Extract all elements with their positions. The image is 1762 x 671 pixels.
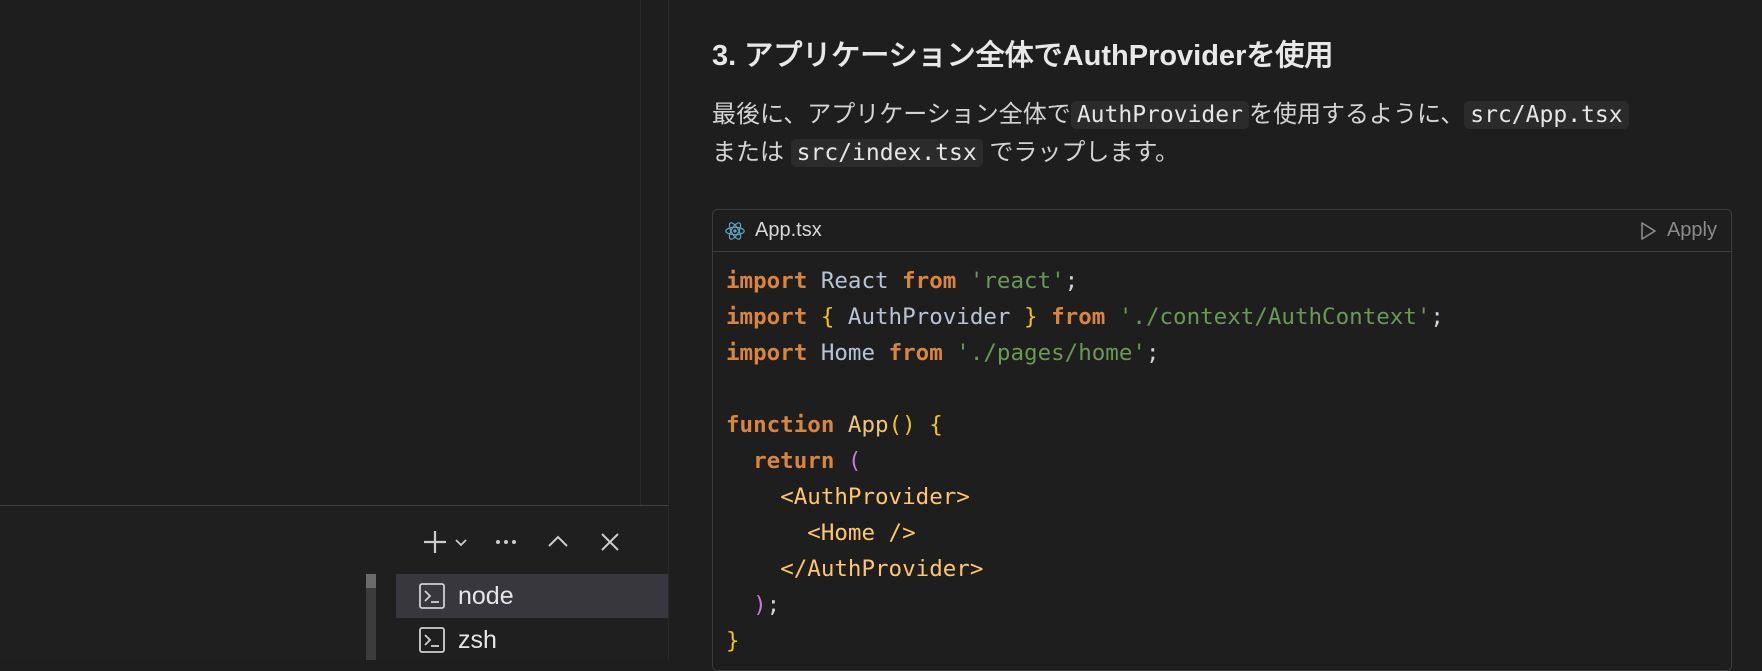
terminal-item-zsh[interactable]: zsh (396, 618, 668, 662)
close-icon (601, 533, 619, 551)
react-icon (725, 221, 745, 240)
code-token: <Home /> (807, 520, 916, 546)
code-line: import { AuthProvider } from './context/… (726, 299, 1731, 335)
code-token: import (726, 304, 808, 330)
code-token: function (726, 412, 835, 438)
code-token: ; (1064, 268, 1079, 294)
chevron-up-icon (548, 535, 568, 547)
code-line: <AuthProvider> (726, 479, 1731, 515)
maximize-panel-button[interactable] (540, 524, 576, 560)
code-token: 'react' (969, 268, 1065, 294)
code-token: } (726, 628, 740, 654)
code-token: import (726, 268, 808, 294)
code-line: function App() { (726, 407, 1731, 443)
code-token: import (726, 340, 808, 366)
terminal-item-label: zsh (458, 625, 497, 654)
code-line: import Home from './pages/home'; (726, 335, 1731, 371)
code-token: App (847, 412, 889, 438)
inline-code: AuthProvider (1070, 101, 1249, 129)
code-token: from (1051, 304, 1106, 330)
code-token: return (753, 448, 835, 474)
code-token: () (888, 412, 916, 438)
code-token: './context/AuthContext' (1118, 304, 1431, 330)
code-line: } (726, 623, 1731, 659)
terminal-item-node[interactable]: node (396, 574, 668, 618)
chevron-down-icon (455, 539, 467, 547)
code-token: from (902, 268, 957, 294)
code-token: './pages/home' (956, 340, 1146, 366)
code-line: return ( (726, 443, 1731, 479)
code-token: <AuthProvider> (780, 484, 970, 510)
paragraph-text: 最後に、アプリケーション全体で (712, 101, 1071, 128)
code-line: ); (726, 587, 1731, 623)
new-terminal-button[interactable] (420, 524, 450, 560)
code-token: ; (1145, 340, 1160, 366)
close-panel-button[interactable] (592, 524, 628, 560)
paragraph-line: または src/index.tsx でラップします。 (712, 134, 1752, 172)
code-token: from (888, 340, 943, 366)
code-token: { (929, 412, 943, 438)
chat-pane: 3. アプリケーション全体でAuthProviderを使用 最後に、アプリケーシ… (669, 0, 1762, 671)
paragraph-line: 最後に、アプリケーション全体で AuthProvider を使用するように、 src/… (712, 96, 1752, 134)
code-token: { (820, 304, 835, 330)
terminal-icon (419, 627, 445, 653)
code-token: ) (753, 592, 767, 618)
code-block: App.tsx Apply import React from 'react';… (712, 209, 1732, 671)
code-token: } (1024, 304, 1038, 330)
code-line: import React from 'react'; (726, 263, 1731, 299)
code-block-header: App.tsx Apply (713, 210, 1731, 252)
scrollbar-thumb[interactable] (366, 574, 376, 588)
terminal-item-label: node (458, 581, 514, 610)
apply-label: Apply (1666, 219, 1717, 241)
more-actions-button[interactable] (488, 524, 524, 560)
editor-area (0, 0, 640, 505)
plus-icon (424, 531, 446, 553)
paragraph-text: または (712, 139, 784, 166)
code-content: import React from 'react'; import { AuthP… (713, 252, 1731, 659)
paragraph-text: を使用するように、 (1248, 101, 1465, 128)
code-token: ( (847, 448, 862, 474)
editor-ruler-line (640, 0, 641, 505)
inline-code: src/index.tsx (790, 139, 983, 167)
apply-button[interactable]: Apply (1639, 210, 1717, 251)
ellipsis-icon (496, 540, 516, 544)
code-filename: App.tsx (755, 219, 822, 241)
code-token: Home (807, 340, 889, 366)
inline-code: src/App.tsx (1464, 101, 1629, 129)
chat-paragraph: 最後に、アプリケーション全体で AuthProvider を使用するように、 src/… (712, 96, 1752, 172)
section-heading: 3. アプリケーション全体でAuthProviderを使用 (712, 40, 1334, 72)
code-token: ; (766, 592, 781, 618)
terminal-toolbar (420, 524, 644, 560)
code-token: ; (1430, 304, 1444, 330)
terminal-list-scrollbar[interactable] (366, 574, 376, 660)
code-line: </AuthProvider> (726, 551, 1731, 587)
code-token: AuthProvider (834, 304, 1025, 330)
play-icon (1641, 221, 1656, 240)
code-token: </AuthProvider> (780, 556, 984, 582)
terminal-panel: node zsh (0, 506, 668, 660)
code-token: React (807, 268, 903, 294)
terminal-icon (419, 583, 445, 609)
paragraph-text: でラップします。 (989, 139, 1179, 166)
code-line: <Home /> (726, 515, 1731, 551)
terminal-profile-dropdown[interactable] (450, 524, 472, 560)
